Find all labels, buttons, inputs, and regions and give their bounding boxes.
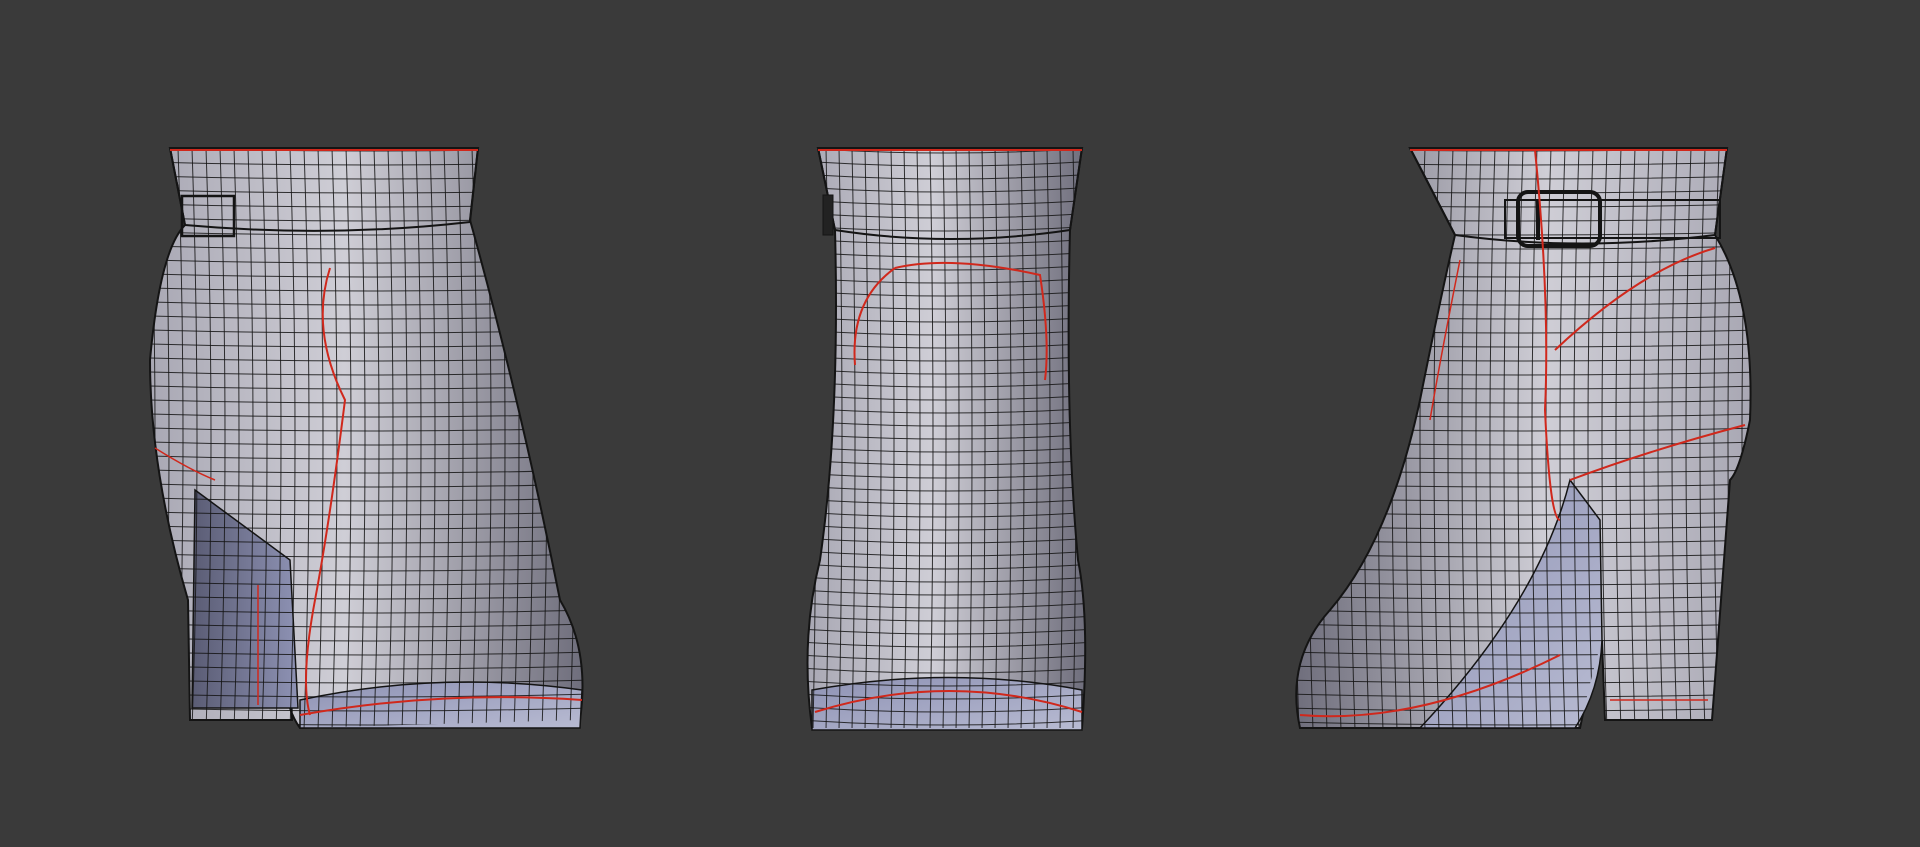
3d-viewport[interactable] xyxy=(0,0,1920,847)
boot-left-group xyxy=(148,147,584,730)
boot-front-group xyxy=(806,147,1087,731)
boot-front-strap-edge xyxy=(822,194,834,236)
boot-right-group xyxy=(1295,147,1752,729)
boot-side-view-left xyxy=(148,147,1752,731)
